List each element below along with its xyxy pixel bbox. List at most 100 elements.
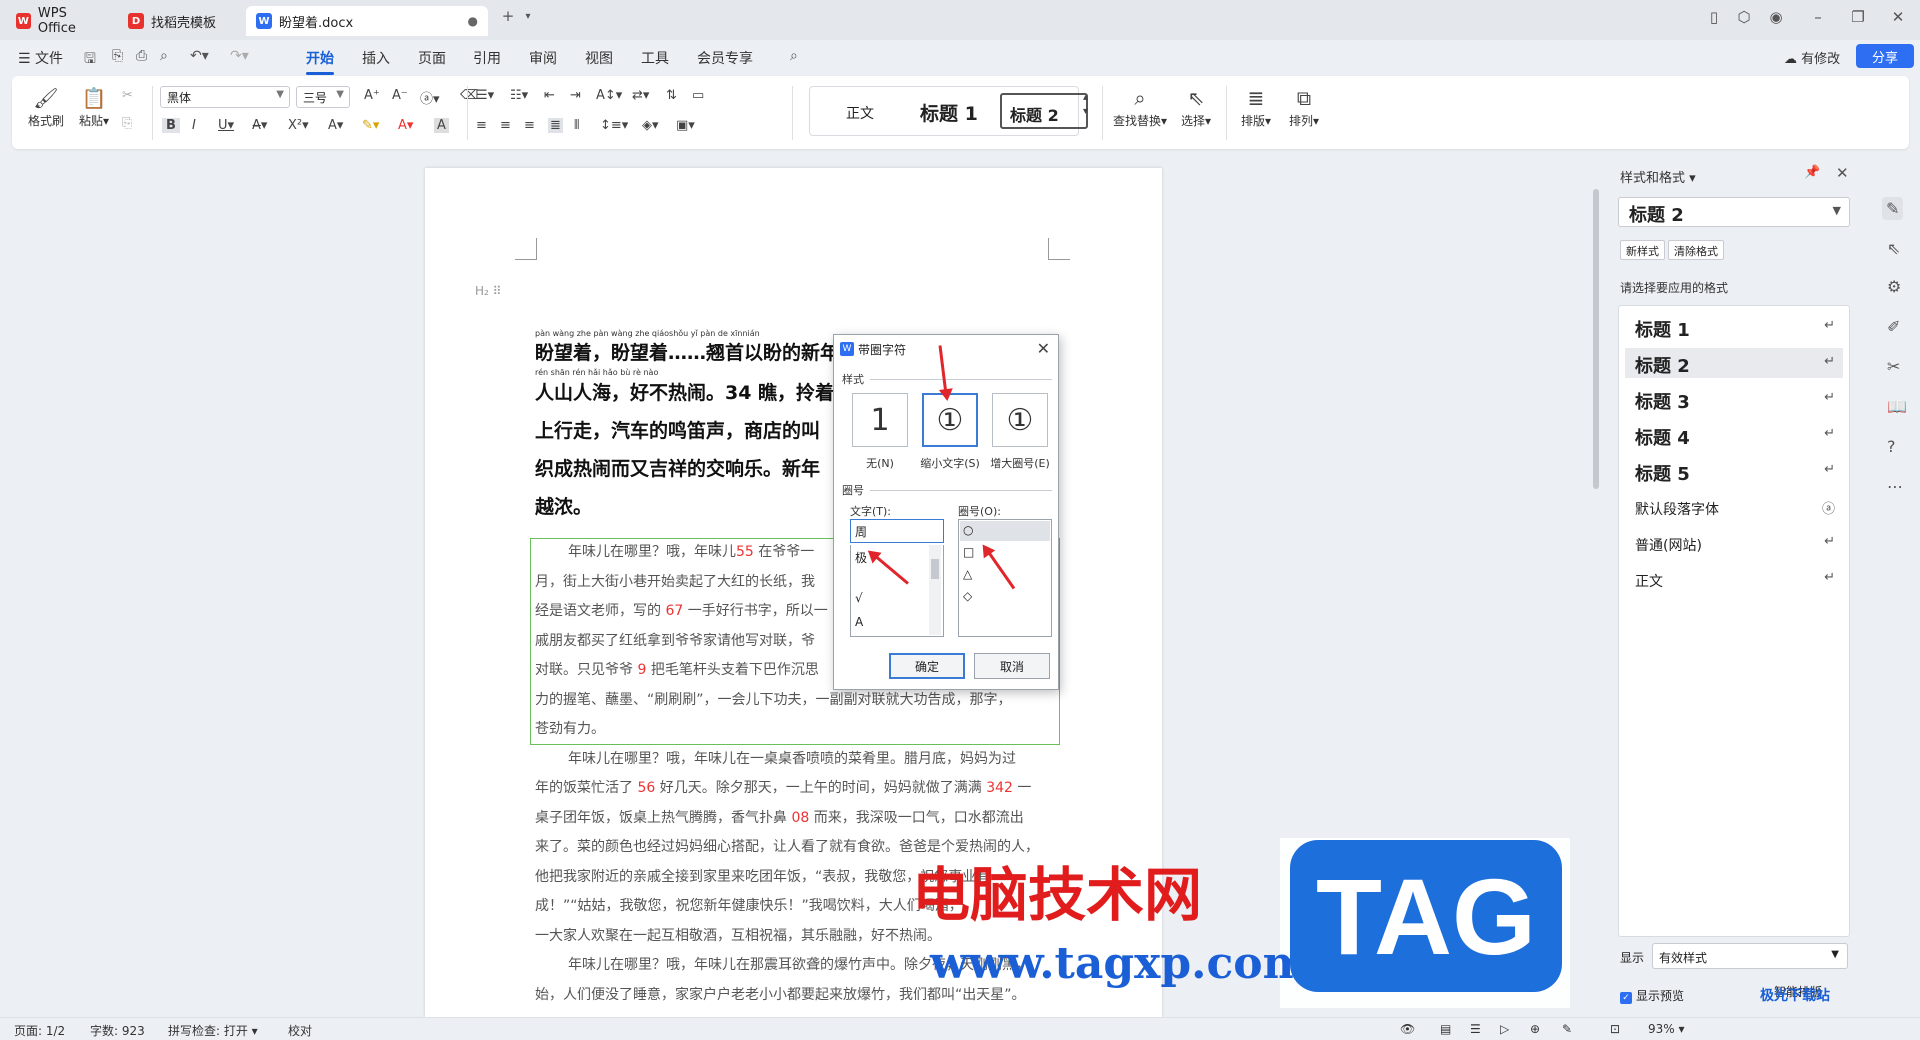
edit-doc-icon[interactable]: ✐ [1887, 317, 1900, 336]
search-icon[interactable]: ⌕ [790, 48, 798, 64]
phonetic-icon[interactable]: ⓐ▾ [420, 88, 440, 107]
shading-icon[interactable]: ◈▾ [642, 118, 659, 133]
show-preview-checkbox[interactable]: ✓ 显示预览 [1620, 987, 1684, 1004]
shrink-font-icon[interactable]: A⁻ [392, 88, 408, 103]
scroll-thumb[interactable] [1593, 189, 1599, 489]
cut-icon[interactable]: ✂ [122, 88, 133, 103]
text-list-item[interactable]: √ [855, 591, 863, 605]
file-menu[interactable]: ☰ 文件 [18, 48, 63, 68]
avatar[interactable]: ◉ [1764, 8, 1788, 26]
grow-font-icon[interactable]: A⁺ [364, 88, 380, 103]
superscript-icon[interactable]: X²▾ [288, 118, 309, 133]
style-normal[interactable]: 正文 [846, 103, 874, 123]
layout-icon[interactable]: ▯ [1702, 8, 1726, 26]
close-icon[interactable]: ✕ [1836, 164, 1849, 182]
tab-review[interactable]: 审阅 [529, 48, 557, 68]
print-icon[interactable]: ⎙ [136, 48, 147, 64]
style-item-default-font[interactable]: 默认段落字体 ⓐ [1625, 492, 1843, 522]
format-painter-button[interactable]: 🖌 格式刷 [26, 86, 66, 129]
pen-icon[interactable]: ✎ [1562, 1022, 1572, 1036]
cube-icon[interactable]: ⬡ [1732, 8, 1756, 26]
web-view-icon[interactable]: ⊕ [1530, 1022, 1540, 1036]
text-list-item[interactable]: A [855, 615, 863, 629]
text-direction-icon[interactable]: A↕▾ [596, 88, 622, 103]
style-heading-2[interactable]: 标题 2 [1000, 93, 1088, 129]
clear-format-button[interactable]: 清除格式 [1668, 240, 1724, 260]
outdent-icon[interactable]: ⇤ [544, 88, 555, 103]
justify-icon[interactable]: ≣ [548, 118, 563, 133]
tab-close-dot-icon[interactable]: ● [468, 14, 478, 28]
restore-icon[interactable]: ❐ [1846, 8, 1870, 26]
tab-home[interactable]: 开始 [306, 48, 334, 75]
export-icon[interactable]: ⎘ [112, 48, 123, 64]
word-count[interactable]: 字数: 923 [90, 1022, 145, 1039]
ring-list-item[interactable]: ○ [963, 523, 973, 537]
share-button[interactable]: 分享 [1856, 44, 1914, 68]
gallery-down-icon[interactable]: ▾ [1083, 106, 1088, 117]
numbered-list-icon[interactable]: ☷▾ [510, 88, 528, 103]
style-item-heading-5[interactable]: 标题 5 ↵ [1625, 456, 1843, 486]
select-pointer-icon[interactable]: ⇖ [1887, 239, 1900, 258]
style-enlarge-ring-option[interactable]: ① [992, 393, 1048, 447]
tab-insert[interactable]: 插入 [362, 48, 390, 68]
dialog-titlebar[interactable]: W 带圈字符 [834, 335, 1058, 363]
save-icon[interactable]: 🖫 [84, 48, 96, 72]
border-icon[interactable]: ▣▾ [676, 118, 695, 133]
ring-list-item[interactable]: ◇ [963, 589, 972, 603]
arrange-button[interactable]: ⧉ 排列▾ [1282, 86, 1326, 129]
gallery-up-icon[interactable]: ▴ [1083, 92, 1088, 103]
indent-icon[interactable]: ⇥ [570, 88, 581, 103]
eye-icon[interactable]: 👁 [1400, 1022, 1415, 1036]
current-style-select[interactable]: 标题 2 ▼ [1618, 197, 1850, 227]
style-item-heading-3[interactable]: 标题 3 ↵ [1625, 384, 1843, 414]
zoom-level[interactable]: 93% ▾ [1648, 1022, 1685, 1036]
play-icon[interactable]: ▷ [1500, 1022, 1509, 1036]
font-size-select[interactable]: 三号 ▼ [296, 86, 350, 108]
page-view-icon[interactable]: ▤ [1440, 1022, 1451, 1036]
copy-icon[interactable]: ⎘ [122, 116, 132, 131]
style-item-heading-2[interactable]: 标题 2 ↵ [1625, 348, 1843, 378]
ring-list-item[interactable]: △ [963, 567, 972, 581]
font-family-select[interactable]: 黑体 ▼ [160, 86, 290, 108]
style-item-body[interactable]: 正文 ↵ [1625, 564, 1843, 594]
tab-wps-office[interactable]: W WPS Office [6, 6, 114, 36]
align-center-icon[interactable]: ≡ [500, 118, 511, 133]
tools-icon[interactable]: ✂ [1887, 357, 1900, 376]
new-style-button[interactable]: 新样式 [1620, 240, 1665, 260]
sort-swap-icon[interactable]: ⇄▾ [632, 88, 649, 103]
tab-reference[interactable]: 引用 [473, 48, 501, 68]
outline-view-icon[interactable]: ☰ [1470, 1022, 1481, 1036]
more-icon[interactable]: ⋯ [1887, 477, 1903, 496]
list-scrollbar[interactable] [929, 545, 941, 635]
tab-page[interactable]: 页面 [418, 48, 446, 68]
align-left-icon[interactable]: ≡ [476, 118, 487, 133]
book-icon[interactable]: 📖 [1887, 397, 1907, 416]
pin-icon[interactable]: 📌 [1804, 165, 1820, 180]
bold-icon[interactable]: B [162, 118, 180, 133]
help-icon[interactable]: ? [1887, 437, 1896, 456]
minimize-icon[interactable]: – [1806, 8, 1830, 26]
show-filter-select[interactable]: 有效样式 ▼ [1652, 943, 1848, 969]
italic-icon[interactable]: I [192, 118, 196, 133]
redo-icon[interactable]: ↷▾ [230, 48, 249, 64]
style-item-normal-web[interactable]: 普通(网站) ↵ [1625, 528, 1843, 558]
tab-view[interactable]: 视图 [585, 48, 613, 68]
ring-list-item[interactable]: □ [963, 545, 974, 559]
close-icon[interactable]: ✕ [1886, 8, 1910, 26]
style-none-option[interactable]: 1 [852, 393, 908, 447]
heading-level-marker[interactable]: H₂ ⠿ [475, 284, 501, 298]
highlight-icon[interactable]: ✎▾ [362, 118, 379, 133]
spell-check[interactable]: 拼写检查: 打开 ▾ [168, 1022, 258, 1039]
document-scrollbar[interactable] [1590, 155, 1602, 1017]
style-pen-icon[interactable]: ✎ [1882, 197, 1904, 220]
bullet-list-icon[interactable]: ☰▾ [476, 88, 494, 103]
sort-icon[interactable]: ⇅ [666, 88, 677, 103]
tab-docer[interactable]: D 找稻壳模板 [118, 6, 242, 36]
tab-tools[interactable]: 工具 [641, 48, 669, 68]
find-replace-button[interactable]: ⌕ 查找替换▾ [1110, 86, 1170, 129]
print-preview-icon[interactable]: ⌕ [160, 48, 168, 64]
tab-document[interactable]: W 盼望着.docx ● [246, 6, 488, 36]
text-list[interactable]: 极 √ A [850, 545, 944, 637]
style-heading-1[interactable]: 标题 1 [920, 99, 978, 126]
font-color-icon[interactable]: A▾ [398, 118, 413, 133]
